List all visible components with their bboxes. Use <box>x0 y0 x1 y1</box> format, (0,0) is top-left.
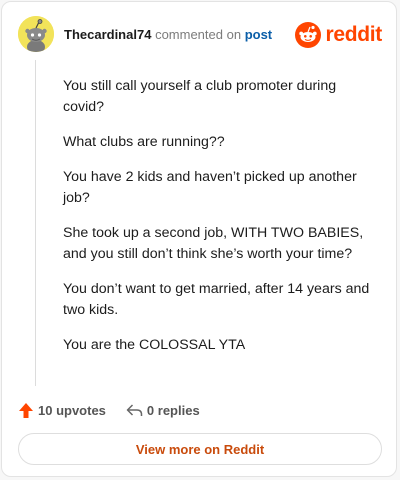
reply-button[interactable]: 0 replies <box>126 403 200 418</box>
user-avatar[interactable] <box>18 16 54 52</box>
thread-line <box>35 60 36 386</box>
commented-on-label: commented on <box>155 27 242 42</box>
comment-paragraph: You still call yourself a club promoter … <box>63 78 337 115</box>
view-more-button[interactable]: View more on Reddit <box>18 433 382 465</box>
comment-paragraph: What clubs are running?? <box>63 134 225 150</box>
upvote-count: 10 upvotes <box>38 402 106 418</box>
comment-card: Thecardinal74 commented on post reddit Y… <box>1 1 397 477</box>
comment-paragraph: She took up a second job, WITH TWO BABIE… <box>63 225 364 262</box>
reply-arrow-icon <box>126 404 143 416</box>
username[interactable]: Thecardinal74 <box>64 27 151 42</box>
reddit-logo[interactable]: reddit <box>295 22 382 48</box>
comment-body: You still call yourself a club promoter … <box>63 76 379 370</box>
reply-count: 0 replies <box>146 402 200 418</box>
reddit-logo-icon <box>295 22 322 48</box>
snoo-avatar-icon <box>18 16 54 52</box>
reddit-wordmark: reddit <box>325 23 382 46</box>
post-link[interactable]: post <box>245 27 272 42</box>
comment-header: Thecardinal74 commented on post <box>64 27 272 42</box>
comment-paragraph: You don’t want to get married, after 14 … <box>63 281 370 318</box>
comment-paragraph: You are the COLOSSAL YTA <box>63 337 246 353</box>
comment-paragraph: You have 2 kids and haven’t picked up an… <box>63 169 357 206</box>
comment-actions: 10 upvotes 0 replies <box>18 400 200 420</box>
upvote-button[interactable]: 10 upvotes <box>18 402 106 419</box>
upvote-arrow-icon <box>19 402 33 418</box>
